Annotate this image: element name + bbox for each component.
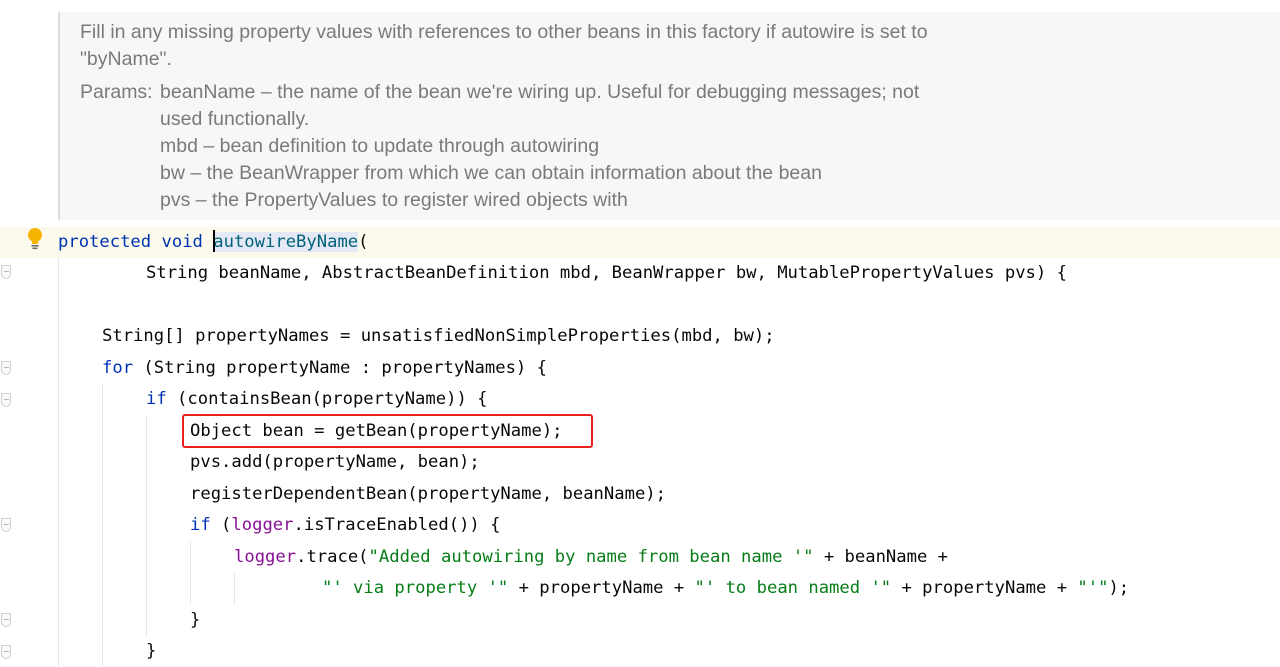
code-punct: ( <box>358 232 369 252</box>
string-literal: "' to bean named '" <box>694 578 892 598</box>
string-literal: "' via property '" <box>322 578 509 598</box>
code-line-register-dependent[interactable]: registerDependentBean(propertyName, bean… <box>190 479 666 510</box>
javadoc-param: used functionally. <box>160 108 310 130</box>
fold-marker-icon[interactable] <box>1 645 11 659</box>
javadoc-param: bw – the BeanWrapper from which we can o… <box>160 162 822 184</box>
code-line-logger-trace[interactable]: logger.trace("Added autowiring by name f… <box>234 542 948 573</box>
code-line-if-contains[interactable]: if (containsBean(propertyName)) { <box>146 384 487 415</box>
field-logger: logger <box>234 547 297 567</box>
code-line-close-brace[interactable]: } <box>190 605 200 636</box>
code-line-if-trace[interactable]: if (logger.isTraceEnabled()) { <box>190 510 500 541</box>
keyword: void <box>161 232 203 252</box>
string-literal: "'" <box>1077 578 1109 598</box>
javadoc-param: pvs – the PropertyValues to register wir… <box>160 189 628 211</box>
keyword: protected <box>58 232 152 252</box>
indent-guide <box>146 416 147 636</box>
code-line-property-names[interactable]: String[] propertyNames = unsatisfiedNonS… <box>102 321 775 352</box>
code-text: + beanName + <box>813 547 949 567</box>
fold-marker-icon[interactable] <box>1 265 11 279</box>
javadoc-description: Fill in any missing property values with… <box>80 21 928 43</box>
code-line-params[interactable]: String beanName, AbstractBeanDefinition … <box>146 258 1067 289</box>
method-name[interactable]: autowireByName <box>213 232 359 252</box>
indent-guide <box>234 573 235 604</box>
code-text: + propertyName + <box>508 578 695 598</box>
code-text: + propertyName + <box>891 578 1078 598</box>
fold-marker-icon[interactable] <box>1 393 11 407</box>
text-caret <box>213 230 216 252</box>
code-line-method-signature[interactable]: protected void autowireByName( <box>58 227 369 258</box>
highlight-box <box>182 414 593 448</box>
fold-marker-icon[interactable] <box>1 613 11 627</box>
code-text: ( <box>210 515 232 535</box>
field-logger: logger <box>231 515 294 535</box>
code-text: ); <box>1108 578 1130 598</box>
code-text: .isTraceEnabled()) { <box>293 515 501 535</box>
code-line-pvs-add[interactable]: pvs.add(propertyName, bean); <box>190 447 480 478</box>
indent-guide <box>58 258 59 666</box>
code-text: .trace( <box>296 547 369 567</box>
javadoc-param: beanName – the name of the bean we're wi… <box>160 81 920 103</box>
keyword: if <box>190 515 211 535</box>
code-text: (String propertyName : propertyNames) { <box>133 358 547 378</box>
code-text: (containsBean(propertyName)) { <box>166 389 488 409</box>
code-line-close-brace[interactable]: } <box>146 636 156 667</box>
string-literal: "Added autowiring by name from bean name… <box>368 547 814 567</box>
indent-guide <box>102 384 103 666</box>
keyword: for <box>102 358 134 378</box>
editor-gutter <box>0 0 22 666</box>
javadoc-param: mbd – bean definition to update through … <box>160 135 600 157</box>
indent-guide <box>190 541 191 604</box>
code-line-for[interactable]: for (String propertyName : propertyNames… <box>102 353 547 384</box>
lightbulb-icon[interactable] <box>26 227 44 251</box>
javadoc-params-label: Params: <box>80 81 153 103</box>
javadoc-description: "byName". <box>80 48 172 70</box>
fold-marker-icon[interactable] <box>1 518 11 532</box>
keyword: if <box>146 389 167 409</box>
code-line-trace-continuation[interactable]: "' via property '" + propertyName + "' t… <box>322 573 1129 604</box>
fold-marker-icon[interactable] <box>1 361 11 375</box>
